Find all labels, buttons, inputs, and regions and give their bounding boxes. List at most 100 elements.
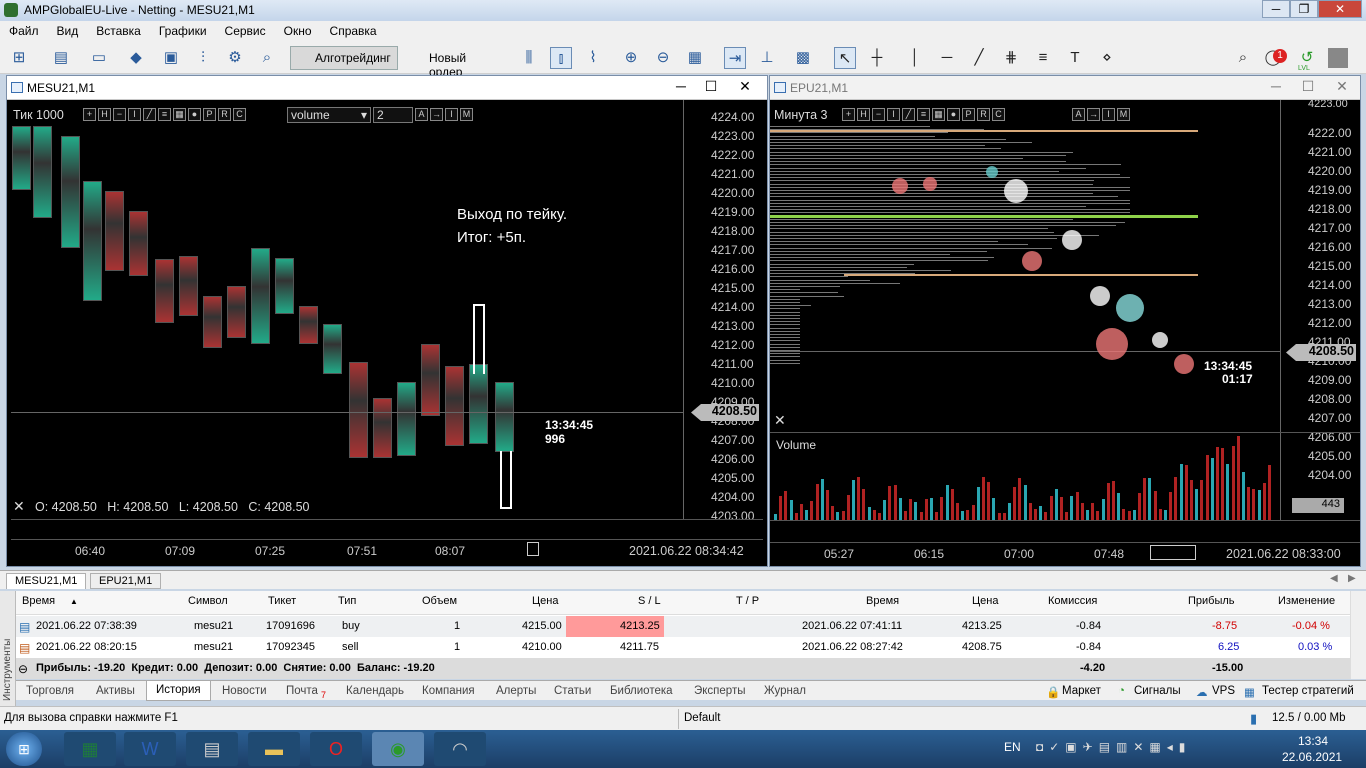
col-price[interactable]: Цена	[532, 595, 558, 607]
a-icon[interactable]: A	[415, 108, 428, 121]
strategy-icon[interactable]: ⚙	[224, 47, 246, 69]
maximize-button[interactable]: ❐	[1290, 0, 1318, 18]
menu-file[interactable]: Файл	[0, 21, 48, 38]
minus-icon[interactable]: −	[113, 108, 126, 121]
tab-journal[interactable]: Журнал	[764, 685, 806, 697]
tabs-scroll-right-icon[interactable]: ▶	[1348, 573, 1356, 584]
chart2-maximize-button[interactable]: ☐	[1298, 78, 1318, 95]
bar-chart-icon[interactable]: ⫼	[518, 47, 540, 69]
tab-trade[interactable]: Торговля	[26, 685, 74, 697]
c-icon[interactable]: C	[992, 108, 1005, 121]
fibonacci-icon[interactable]: ≡	[1032, 47, 1054, 69]
opera-icon[interactable]: O	[310, 732, 362, 766]
algo-trading-button[interactable]: Алготрейдинг	[290, 46, 398, 70]
r-icon[interactable]: R	[218, 108, 231, 121]
m-icon[interactable]: M	[1117, 108, 1130, 121]
tab-history[interactable]: История	[146, 681, 211, 701]
link-tester[interactable]: Тестер стратегий	[1262, 685, 1354, 697]
col-type[interactable]: Тип	[338, 595, 356, 607]
signals-icon[interactable]: ⫶	[192, 47, 214, 69]
excel-icon[interactable]: ▦	[64, 732, 116, 766]
line-icon[interactable]: ╱	[143, 108, 156, 121]
market-icon[interactable]: ▣	[160, 47, 182, 69]
clock-time[interactable]: 13:34	[1298, 734, 1328, 748]
chart1-close-button[interactable]: ✕	[735, 78, 755, 95]
arrow-icon[interactable]: →	[1087, 108, 1100, 121]
circle-icon[interactable]: ●	[947, 108, 960, 121]
cursor-i-icon[interactable]: I	[445, 108, 458, 121]
shift-icon[interactable]: ⊥	[756, 47, 778, 69]
tab-alerts[interactable]: Алерты	[496, 685, 536, 697]
r-icon[interactable]: R	[977, 108, 990, 121]
tools-icon[interactable]: ✕	[13, 498, 25, 515]
chart1-maximize-button[interactable]: ☐	[701, 78, 721, 95]
equidistant-icon[interactable]: ⋕	[1000, 47, 1022, 69]
col-tp[interactable]: T / P	[736, 595, 759, 607]
minimize-button[interactable]: ─	[1262, 0, 1290, 18]
table-row[interactable]: ▤ 2021.06.22 07:38:39 mesu21 17091696 bu…	[16, 616, 1350, 637]
close-button[interactable]: ✕	[1318, 0, 1362, 18]
volume-select[interactable]: volume ▾	[287, 107, 371, 123]
autoscroll-icon[interactable]: ⇥	[724, 47, 746, 69]
link-vps[interactable]: VPS	[1212, 685, 1235, 697]
col-ticket[interactable]: Тикет	[268, 595, 296, 607]
calculator-icon[interactable]: ▤	[186, 732, 238, 766]
wifi-app-icon[interactable]: ◠	[434, 732, 486, 766]
h-icon[interactable]: H	[98, 108, 111, 121]
zoom-out-icon[interactable]: ⊖	[652, 47, 674, 69]
search-users-icon[interactable]: ⌕	[256, 47, 278, 69]
clock-date[interactable]: 22.06.2021	[1282, 750, 1342, 764]
tab-assets[interactable]: Активы	[96, 685, 135, 697]
menu-charts[interactable]: Графики	[150, 21, 216, 38]
tile-icon[interactable]: ▦	[684, 47, 706, 69]
c-icon[interactable]: C	[233, 108, 246, 121]
line-icon[interactable]: ╱	[902, 108, 915, 121]
tab-company[interactable]: Компания	[422, 685, 475, 697]
grid-icon[interactable]: ▦	[173, 108, 186, 121]
chart2-minimize-button[interactable]: ─	[1266, 78, 1286, 94]
col-close-price[interactable]: Цена	[972, 595, 998, 607]
p-icon[interactable]: P	[203, 108, 216, 121]
chart-window-epu[interactable]: EPU21,M1 ─ ☐ ✕ Минута 3 + H − I ╱ ≡ ▦ ● P R C A → I M…	[769, 75, 1361, 567]
line-chart-icon[interactable]: ⌇	[582, 47, 604, 69]
tab-news[interactable]: Новости	[222, 685, 267, 697]
tabs-scroll-left-icon[interactable]: ◀	[1330, 573, 1338, 584]
candle-chart-icon[interactable]: ⫾	[550, 47, 572, 69]
data-window-icon[interactable]: ◆	[125, 47, 147, 69]
grid-icon[interactable]: ▦	[932, 108, 945, 121]
chart-window-mesu[interactable]: MESU21,M1 ─ ☐ ✕ Тик 1000 + H − I ╱ ≡ ▦ ● P R C vol…	[6, 75, 768, 567]
metatrader-icon[interactable]: ◉	[372, 732, 424, 766]
tab-articles[interactable]: Статьи	[554, 685, 591, 697]
scroll-marker[interactable]	[527, 542, 539, 556]
vertical-line-icon[interactable]: │	[904, 47, 926, 69]
profiles-icon[interactable]: ▤	[50, 47, 72, 69]
plus-icon[interactable]: +	[842, 108, 855, 121]
col-sl[interactable]: S / L	[638, 595, 661, 607]
col-close-time[interactable]: Время	[866, 595, 899, 607]
scroll-marker[interactable]	[1150, 545, 1196, 560]
new-order-button[interactable]: Новый ордер	[404, 46, 506, 79]
explorer-icon[interactable]: ▬	[248, 732, 300, 766]
m-icon[interactable]: M	[460, 108, 473, 121]
arrow-icon[interactable]: →	[430, 108, 443, 121]
trendline-icon[interactable]: ╱	[968, 47, 990, 69]
menu-insert[interactable]: Вставка	[87, 21, 150, 38]
table-row[interactable]: ▤ 2021.06.22 08:20:15 mesu21 17092345 se…	[16, 637, 1350, 658]
period-stepper[interactable]: 2	[373, 107, 413, 123]
new-chart-icon[interactable]: ⊞	[8, 47, 30, 69]
search-icon[interactable]: ⌕	[1232, 47, 1254, 69]
menu-window[interactable]: Окно	[275, 21, 321, 38]
cursor-icon[interactable]: ↖	[834, 47, 856, 69]
col-commission[interactable]: Комиссия	[1048, 595, 1097, 607]
link-signals[interactable]: Сигналы	[1134, 685, 1181, 697]
tab-mesu21[interactable]: MESU21,M1	[6, 573, 87, 589]
h-icon[interactable]: H	[857, 108, 870, 121]
cursor-i-icon[interactable]: I	[1102, 108, 1115, 121]
horizontal-line-icon[interactable]: ─	[936, 47, 958, 69]
tab-library[interactable]: Библиотека	[610, 685, 673, 697]
avatar[interactable]	[1328, 48, 1348, 68]
menu-help[interactable]: Справка	[321, 21, 386, 38]
indicators-icon[interactable]: ▩	[792, 47, 814, 69]
minus-icon[interactable]: −	[872, 108, 885, 121]
zoom-in-icon[interactable]: ⊕	[620, 47, 642, 69]
